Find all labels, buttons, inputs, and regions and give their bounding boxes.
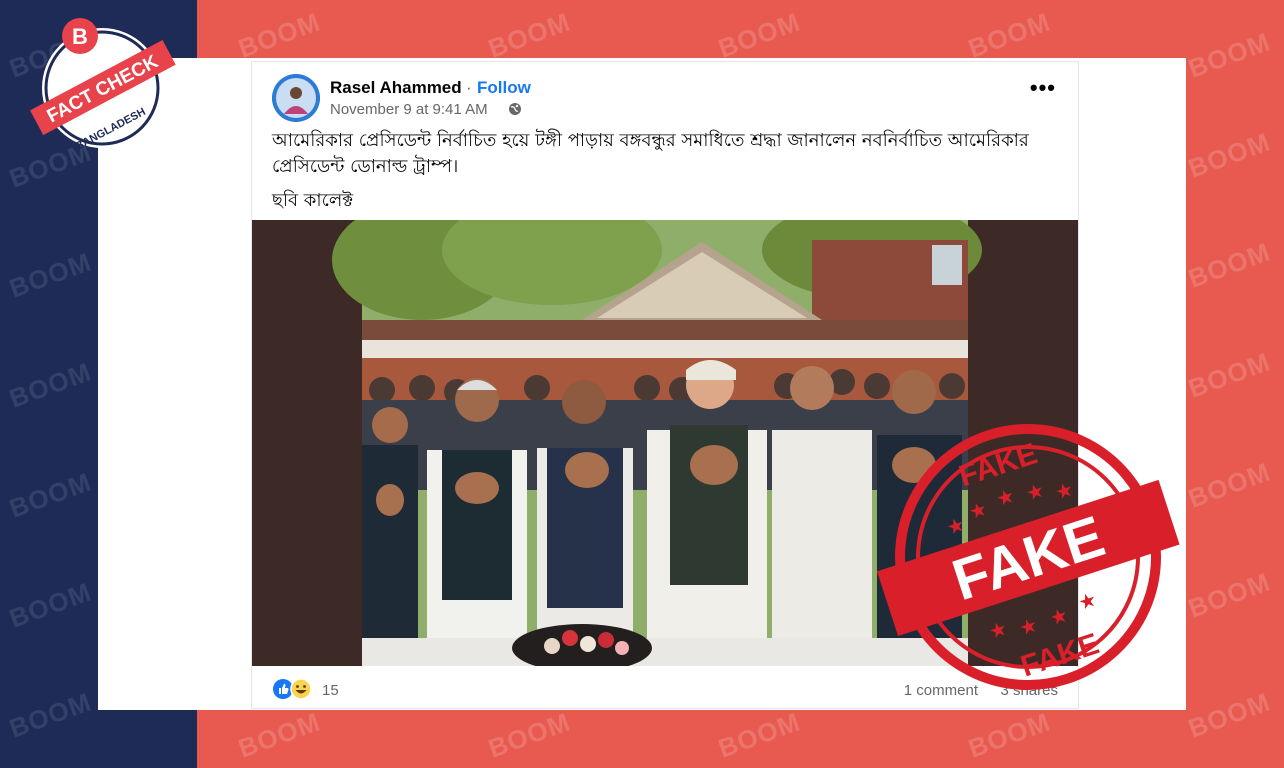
watermark: BOOM	[5, 356, 96, 414]
watermark: BOOM	[1184, 566, 1275, 624]
author-name[interactable]: Rasel Ahammed	[330, 78, 462, 98]
watermark: BOOM	[484, 706, 575, 764]
svg-text:★: ★	[1016, 612, 1040, 640]
svg-text:★: ★	[944, 512, 968, 540]
watermark: BOOM	[234, 6, 325, 64]
author-avatar[interactable]	[272, 74, 320, 122]
post-timestamp[interactable]: November 9 at 9:41 AM	[330, 101, 488, 118]
reaction-count[interactable]: 15	[322, 682, 339, 699]
watermark: BOOM	[714, 6, 805, 64]
svg-text:★: ★	[1047, 602, 1071, 630]
svg-text:★: ★	[1023, 477, 1047, 505]
watermark: BOOM	[964, 6, 1055, 64]
watermark: BOOM	[5, 686, 96, 744]
watermark: BOOM	[1184, 236, 1275, 294]
svg-text:★: ★	[986, 616, 1010, 644]
svg-text:★: ★	[966, 496, 990, 524]
watermark: BOOM	[234, 706, 325, 764]
watermark: BOOM	[1184, 346, 1275, 404]
watermark: BOOM	[484, 6, 575, 64]
globe-icon	[509, 103, 521, 115]
fact-check-badge: B FACT CHECK BANGLADESH	[30, 18, 176, 153]
watermark: BOOM	[5, 466, 96, 524]
more-options-icon[interactable]: •••	[1030, 77, 1056, 99]
watermark: BOOM	[1184, 126, 1275, 184]
post-text-line: ছবি কালেক্ট	[272, 190, 354, 211]
svg-text:★: ★	[1052, 476, 1076, 504]
watermark: BOOM	[964, 706, 1055, 764]
follow-button[interactable]: Follow	[477, 78, 531, 98]
svg-text:★: ★	[993, 483, 1017, 511]
watermark: BOOM	[5, 246, 96, 304]
post-text-line: আমেরিকার প্রেসিডেন্ট নির্বাচিত হয়ে টঙ্গ…	[272, 130, 1029, 177]
watermark: BOOM	[1184, 456, 1275, 514]
watermark: BOOM	[5, 576, 96, 634]
separator-dot: ·	[466, 78, 472, 97]
post-body: আমেরিকার প্রেসিডেন্ট নির্বাচিত হয়ে টঙ্গ…	[272, 128, 1052, 222]
reaction-icons[interactable]	[272, 678, 318, 700]
boom-logo-letter: B	[72, 24, 88, 49]
watermark: BOOM	[714, 706, 805, 764]
watermark: BOOM	[1184, 26, 1275, 84]
watermark: BOOM	[1184, 686, 1275, 744]
fake-stamp: FAKE FAKE ★ ★ ★ ★ ★ ★ ★ ★ ★ FAKE	[877, 424, 1180, 690]
svg-text:★: ★	[1075, 587, 1099, 615]
